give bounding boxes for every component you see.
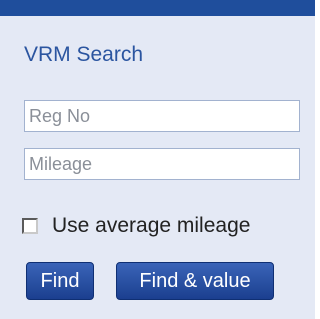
use-average-mileage-label: Use average mileage — [52, 214, 251, 237]
panel-title: VRM Search — [24, 43, 144, 66]
vrm-search-panel: VRM Search Use average mileage Find Find… — [0, 0, 315, 319]
find-button[interactable]: Find — [26, 262, 94, 300]
reg-no-input[interactable] — [24, 100, 300, 132]
find-and-value-button[interactable]: Find & value — [116, 262, 274, 300]
top-bar — [0, 0, 315, 16]
average-mileage-option[interactable]: Use average mileage — [22, 214, 250, 238]
use-average-mileage-checkbox[interactable] — [22, 218, 38, 234]
mileage-input[interactable] — [24, 148, 300, 180]
